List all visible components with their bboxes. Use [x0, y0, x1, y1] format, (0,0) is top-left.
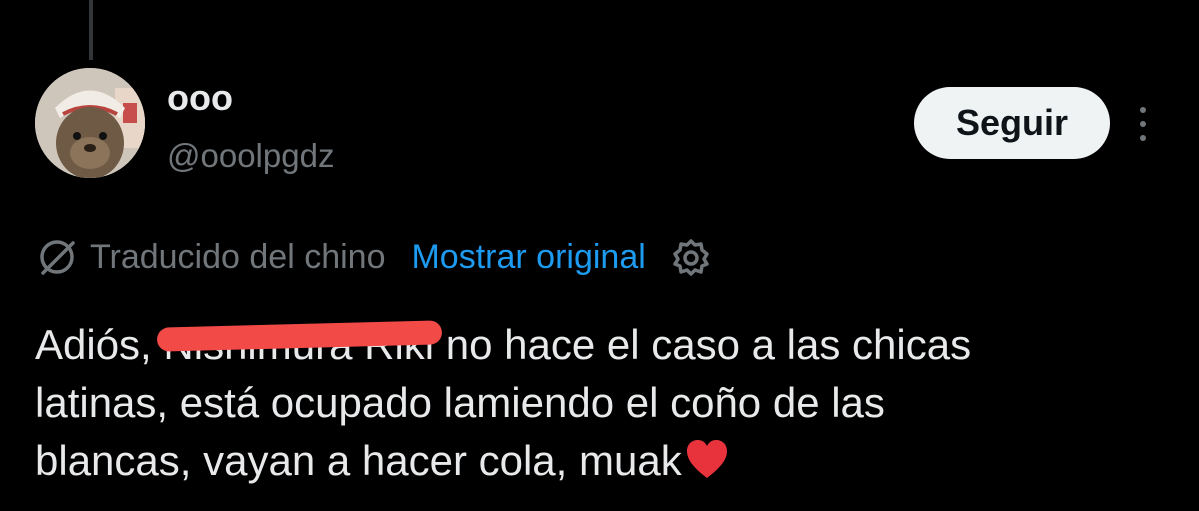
translation-bar: Traducido del chino Mostrar original [36, 233, 712, 281]
tweet-line: blancas, vayan a hacer cola, muak [35, 432, 1185, 490]
follow-button[interactable]: Seguir [914, 87, 1110, 159]
tweet-text-segment: blancas, vayan a hacer cola, muak [35, 437, 682, 484]
tweet-line: latinas, está ocupado lamiendo el coño d… [35, 379, 885, 426]
tweet-line: Adiós, Nishimura Riki no hace el caso a … [35, 316, 1185, 374]
tweet-text-segment: no hace el caso a las chicas [434, 321, 972, 368]
globe-slash-icon [40, 240, 75, 275]
user-handle[interactable]: @ooolpgdz [167, 134, 334, 178]
avatar[interactable] [35, 68, 145, 178]
more-dot [1140, 135, 1146, 141]
thread-connector-line [89, 0, 93, 60]
redacted-name: Nishimura Riki [157, 316, 443, 374]
more-vertical-icon[interactable] [1130, 100, 1156, 148]
more-dot [1140, 107, 1146, 113]
show-original-link[interactable]: Mostrar original [411, 238, 645, 277]
tweet-text: Adiós, Nishimura Riki no hace el caso a … [35, 316, 1185, 490]
gear-icon[interactable] [670, 236, 712, 278]
more-dot [1140, 121, 1146, 127]
otter-avatar-image [35, 68, 145, 178]
tweet-text-segment: Adiós, [35, 321, 164, 368]
red-heart-icon [686, 440, 727, 478]
translated-label: Traducido del chino [90, 237, 386, 276]
display-name[interactable]: ooo [167, 76, 233, 120]
